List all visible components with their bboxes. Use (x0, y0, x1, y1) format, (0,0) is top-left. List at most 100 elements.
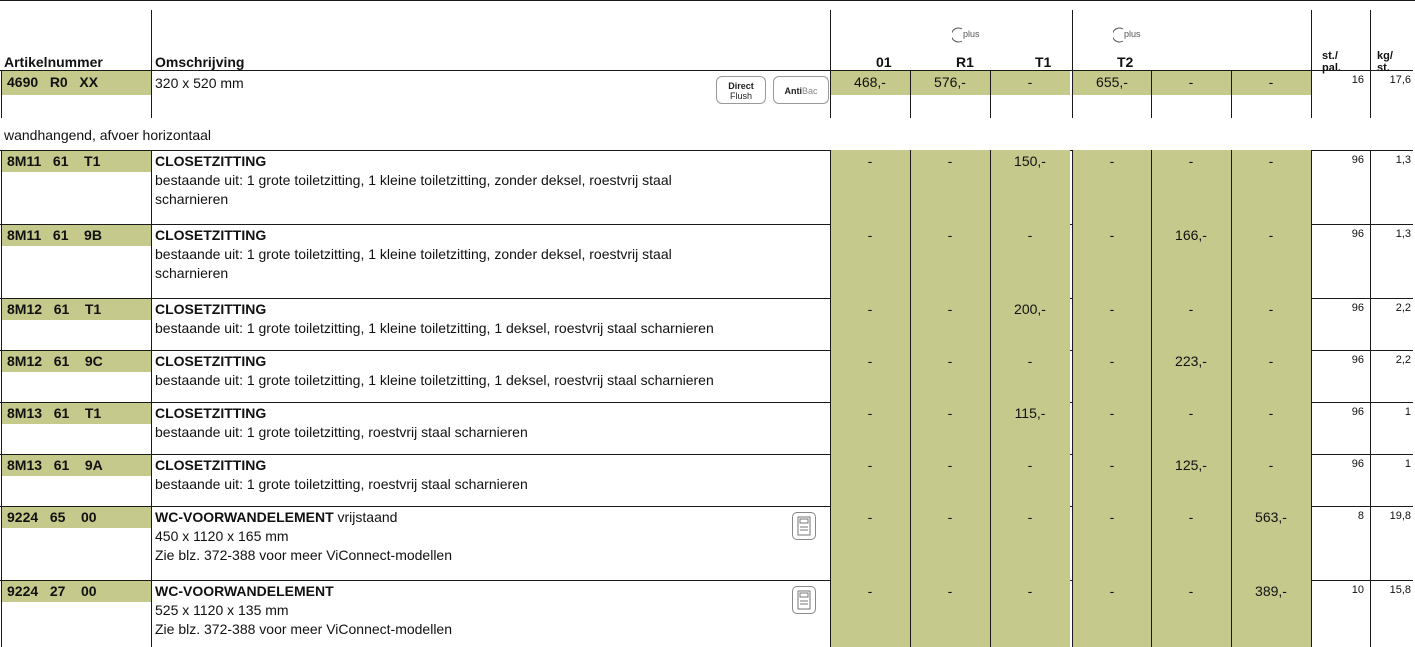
row-divider (990, 506, 991, 580)
row-divider (151, 298, 152, 350)
row-price: - (1109, 227, 1115, 243)
top-row-divider (1151, 70, 1152, 118)
row-kg-st: 2,2 (1395, 302, 1411, 314)
row-price: - (1188, 153, 1194, 169)
row-artikelnummer: 8M11 61 T1 (7, 153, 101, 169)
row-price: 223,- (1175, 353, 1207, 369)
row-divider (1, 580, 2, 647)
row-divider (990, 350, 991, 402)
header-divider (1072, 10, 1073, 70)
row-divider (1072, 580, 1073, 647)
row-description: CLOSETZITTING bestaande uit: 1 grote toil… (155, 353, 714, 388)
row-divider (990, 454, 991, 506)
row-price: - (1188, 509, 1194, 525)
row-price: - (1268, 301, 1274, 317)
row-divider (830, 350, 831, 402)
row-divider (1072, 402, 1073, 454)
row-divider (1231, 506, 1232, 580)
row-price: - (1027, 509, 1033, 525)
top-row-divider (1072, 70, 1073, 118)
row-st-pal: 96 (1351, 154, 1364, 166)
row-divider (910, 298, 911, 350)
row-title: WC-VOORWANDELEMENT (155, 583, 334, 599)
row-divider (910, 454, 911, 506)
row-title: CLOSETZITTING (155, 153, 267, 169)
row-price: - (867, 153, 873, 169)
header-omschrijving: Omschrijving (155, 54, 245, 70)
row-price: - (1109, 405, 1115, 421)
row-description: CLOSETZITTING bestaande uit: 1 grote toil… (155, 301, 714, 336)
row-kg-st: 1 (1404, 458, 1411, 470)
header-01: 01 (876, 54, 892, 70)
row-price: - (1268, 227, 1274, 243)
top-row-description: 320 x 520 mm (155, 75, 244, 91)
wall-element-icon (792, 586, 816, 614)
row-divider (910, 506, 911, 580)
top-row-price-2: - (1027, 74, 1033, 90)
row-st-pal: 96 (1351, 458, 1364, 470)
row-price: 150,- (1014, 153, 1046, 169)
row-divider (1151, 150, 1152, 224)
row-price: - (1188, 301, 1194, 317)
row-divider (1, 150, 2, 224)
row-description: CLOSETZITTING bestaande uit: 1 grote toil… (155, 227, 672, 281)
header-divider (830, 10, 831, 70)
row-divider (1231, 350, 1232, 402)
top-row-price-3: 655,- (1096, 74, 1128, 90)
top-row-divider (151, 70, 152, 118)
top-row-divider (1, 70, 2, 118)
row-divider (830, 580, 831, 647)
header-bottom-line (0, 70, 1413, 71)
row-price: - (1027, 353, 1033, 369)
top-row-st-pal: 16 (1351, 74, 1364, 86)
row-price: - (947, 509, 953, 525)
row-description: CLOSETZITTING bestaande uit: 1 grote toil… (155, 153, 672, 207)
row-price: 115,- (1014, 405, 1046, 421)
row-artikelnummer: 8M12 61 9C (7, 353, 103, 369)
row-divider (151, 150, 152, 224)
row-kg-st: 19,8 (1389, 510, 1411, 522)
row-price: - (1268, 457, 1274, 473)
row-kg-st: 1,3 (1395, 228, 1411, 240)
row-price: 166,- (1175, 227, 1207, 243)
row-artikelnummer: 9224 65 00 (7, 509, 97, 525)
row-divider (1072, 150, 1073, 224)
row-price: - (867, 353, 873, 369)
top-row-artikelnummer: 4690 R0 XX (7, 74, 99, 90)
row-price: - (867, 405, 873, 421)
row-st-pal: 8 (1357, 510, 1364, 522)
svg-text:plus: plus (1124, 29, 1141, 39)
row-divider (830, 150, 831, 224)
direct-flush-badge: Direct Flush (716, 76, 766, 104)
top-row-divider (1370, 70, 1371, 118)
row-price: - (947, 457, 953, 473)
row-description: CLOSETZITTING bestaande uit: 1 grote toil… (155, 405, 528, 440)
row-divider (151, 350, 152, 402)
header-artikelnummer: Artikelnummer (4, 54, 103, 70)
row-divider (1231, 402, 1232, 454)
row-divider (830, 454, 831, 506)
row-divider (1151, 298, 1152, 350)
header-divider (151, 10, 152, 70)
row-title: WC-VOORWANDELEMENT (155, 509, 334, 525)
row-artikelnummer: 8M13 61 9A (7, 457, 103, 473)
plus-r1-icon: plus (952, 27, 980, 43)
row-st-pal: 96 (1351, 354, 1364, 366)
row-divider (1311, 150, 1312, 224)
row-price: - (1188, 583, 1194, 599)
row-divider (1370, 150, 1371, 224)
row-divider (910, 580, 911, 647)
row-price: - (1109, 509, 1115, 525)
row-st-pal: 96 (1351, 302, 1364, 314)
row-divider (990, 580, 991, 647)
row-divider (1311, 298, 1312, 350)
row-kg-st: 15,8 (1389, 584, 1411, 596)
row-divider (910, 150, 911, 224)
wall-element-icon (792, 512, 816, 540)
row-description: WC-VOORWANDELEMENT 525 x 1120 x 135 mm Zie… (155, 583, 453, 637)
row-price: - (867, 227, 873, 243)
row-title: CLOSETZITTING (155, 301, 267, 317)
row-title: CLOSETZITTING (155, 405, 267, 421)
row-price: - (1268, 405, 1274, 421)
row-price: - (1109, 153, 1115, 169)
